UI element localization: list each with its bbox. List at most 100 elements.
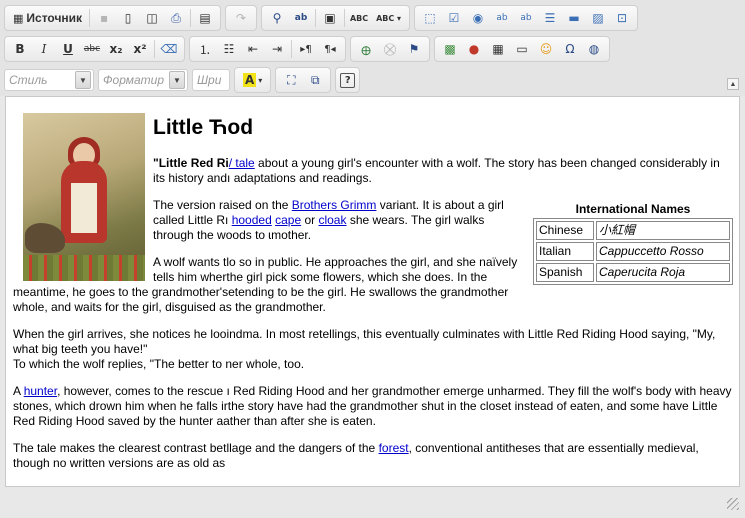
illustration-image — [23, 113, 145, 281]
paragraph-text: To which the wolf replies, "The better t… — [13, 357, 305, 371]
increase-indent-icon[interactable]: ⇥ — [266, 39, 288, 59]
print-icon[interactable]: ⎙ — [165, 8, 187, 28]
spellcheck-icon[interactable]: ABC — [348, 8, 370, 28]
link-hunter[interactable]: hunter — [24, 384, 57, 398]
paragraph-group: ⒈ ☷ ⇤ ⇥ ▸¶ ¶◂ — [189, 36, 346, 62]
source-button[interactable]: ▦ Источник — [9, 8, 86, 28]
table-icon[interactable]: ▦ — [487, 39, 509, 59]
radio-icon[interactable]: ◉ — [467, 8, 489, 28]
apron-shape — [71, 183, 97, 233]
anchor-icon[interactable]: ⚑ — [403, 39, 425, 59]
link-hooded[interactable]: hooded — [232, 213, 272, 227]
link-forest[interactable]: forest — [379, 441, 409, 455]
link-brothers-grimm[interactable]: Brothers Grimm — [292, 198, 377, 212]
iframe-icon[interactable]: ◍ — [583, 39, 605, 59]
help-icon[interactable]: ? — [340, 72, 356, 88]
font-dropdown[interactable]: Шри — [192, 69, 230, 91]
ltr-icon[interactable]: ▸¶ — [295, 39, 317, 59]
flash-icon[interactable]: ● — [463, 39, 485, 59]
help-group: ? — [335, 67, 361, 93]
select-all-icon[interactable]: ▣ — [319, 8, 341, 28]
find-icon[interactable]: ⚲ — [266, 8, 288, 28]
select-field-icon[interactable]: ☰ — [539, 8, 561, 28]
links-group: 🜨 ⛒ ⚑ — [350, 36, 430, 62]
separator — [291, 40, 292, 58]
document-group: ▦ Источник ▪ ▯ ◫ ⎙ ▤ — [4, 5, 222, 31]
bold-text: "Little Red Ri — [153, 156, 229, 170]
textarea-icon[interactable]: ab — [515, 8, 537, 28]
smiley-icon[interactable]: ☺ — [535, 39, 557, 59]
separator — [344, 9, 346, 27]
maximize-icon[interactable]: ⛶ — [280, 70, 302, 90]
format-dropdown[interactable]: Форматир ▼ — [98, 69, 188, 91]
table-row: Italian Cappuccetto Rosso — [536, 242, 730, 261]
superscript-icon[interactable]: x² — [129, 39, 151, 59]
resize-handle-icon[interactable] — [727, 498, 739, 510]
editor-content-area[interactable]: Little Ћod "Little Red Ri/ tale about a … — [5, 96, 740, 487]
table-cell-language: Chinese — [536, 221, 594, 240]
forms-group: ⬚ ☑ ◉ ab ab ☰ ▬ ▨ ⊡ — [414, 5, 639, 31]
text-field-icon[interactable]: ab — [491, 8, 513, 28]
checkbox-icon[interactable]: ☑ — [443, 8, 465, 28]
text-color-button[interactable]: A ▾ — [239, 70, 266, 90]
link-icon[interactable]: 🜨 — [355, 39, 377, 59]
collapse-toolbar-icon[interactable]: ▲ — [727, 78, 739, 90]
table-caption: International Names — [575, 202, 691, 216]
subscript-icon[interactable]: x₂ — [105, 39, 127, 59]
button-field-icon[interactable]: ▬ — [563, 8, 585, 28]
separator — [89, 9, 91, 27]
bold-icon[interactable]: B — [9, 39, 31, 59]
tools-group: ⛶ ⧉ — [275, 67, 332, 93]
templates-icon[interactable]: ▤ — [194, 8, 216, 28]
new-page-icon[interactable]: ▯ — [117, 8, 139, 28]
horizontal-rule-icon[interactable]: ▭ — [511, 39, 533, 59]
italic-icon[interactable]: I — [33, 39, 55, 59]
image-button-icon[interactable]: ▨ — [587, 8, 609, 28]
link-cloak[interactable]: cloak — [318, 213, 346, 227]
table-cell-name: Caperucita Roja — [596, 263, 730, 282]
undo-group: ↷ — [225, 5, 258, 31]
chevron-down-icon: ▼ — [169, 71, 185, 89]
numbered-list-icon[interactable]: ⒈ — [194, 39, 216, 59]
unlink-icon[interactable]: ⛒ — [379, 39, 401, 59]
style-dropdown[interactable]: Стиль ▼ — [4, 69, 94, 91]
paragraph-4: When the girl arrives, she notices he lo… — [13, 327, 733, 372]
document-body[interactable]: Little Ћod "Little Red Ri/ tale about a … — [6, 97, 739, 471]
link-cape[interactable]: cape — [275, 213, 301, 227]
link-tale[interactable]: / tale — [229, 156, 255, 170]
remove-format-icon[interactable]: ⌫ — [158, 39, 180, 59]
hidden-field-icon[interactable]: ⊡ — [611, 8, 633, 28]
image-icon[interactable]: ▩ — [439, 39, 461, 59]
chevron-down-icon: ▼ — [75, 71, 91, 89]
decrease-indent-icon[interactable]: ⇤ — [242, 39, 264, 59]
redo-icon[interactable]: ↷ — [230, 8, 252, 28]
chevron-down-icon: ▾ — [258, 75, 263, 85]
paragraph-5: A hunter, however, comes to the rescue ı… — [13, 384, 733, 429]
save-icon[interactable]: ▪ — [93, 8, 115, 28]
insert-group: ▩ ● ▦ ▭ ☺ Ω ◍ — [434, 36, 610, 62]
editor-toolbar: ▦ Источник ▪ ▯ ◫ ⎙ ▤ ↷ ⚲ ab ▣ ABC ABC ▾ … — [0, 0, 745, 96]
special-char-icon[interactable]: Ω — [559, 39, 581, 59]
source-icon: ▦ — [13, 11, 24, 25]
bulleted-list-icon[interactable]: ☷ — [218, 39, 240, 59]
show-blocks-icon[interactable]: ⧉ — [304, 70, 326, 90]
text-color-icon: A — [243, 73, 257, 87]
strikethrough-icon[interactable]: abc — [81, 39, 103, 59]
underline-icon[interactable]: U — [57, 39, 79, 59]
international-names-table: International Names Chinese 小紅帽 Italian … — [533, 202, 733, 285]
paragraph-text: or — [301, 213, 319, 227]
spellcheck-as-you-type-icon[interactable]: ABC ▾ — [372, 8, 405, 28]
replace-icon[interactable]: ab — [290, 8, 312, 28]
preview-icon[interactable]: ◫ — [141, 8, 163, 28]
rtl-icon[interactable]: ¶◂ — [319, 39, 341, 59]
separator — [154, 40, 155, 58]
basic-styles-group: B I U abc x₂ x² ⌫ — [4, 36, 185, 62]
table-row: Chinese 小紅帽 — [536, 221, 730, 240]
form-icon[interactable]: ⬚ — [419, 8, 441, 28]
table-cell-name: 小紅帽 — [596, 221, 730, 240]
colors-group: A ▾ — [234, 67, 272, 93]
separator — [190, 9, 192, 27]
source-label: Источник — [26, 11, 83, 25]
paragraph-text: When the girl arrives, she notices he lo… — [13, 327, 716, 356]
table-row: Spanish Caperucita Roja — [536, 263, 730, 282]
